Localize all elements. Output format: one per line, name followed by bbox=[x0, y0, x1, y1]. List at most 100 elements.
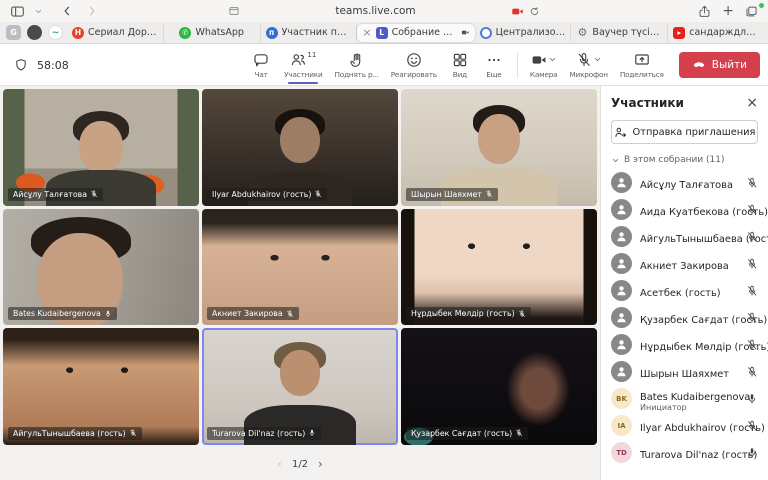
page-next-button[interactable]: › bbox=[318, 457, 323, 471]
chat-button[interactable]: Чат bbox=[245, 45, 277, 85]
video-tile[interactable]: Ilyar Abdukhairov (гость) bbox=[202, 89, 398, 206]
mic-off-icon[interactable] bbox=[746, 366, 758, 378]
video-tile-active-speaker[interactable]: Turarova Dil'naz (гость) bbox=[202, 328, 398, 445]
tab-youtube[interactable]: ▸ сандарждлоьлбдю... bbox=[668, 24, 764, 42]
participant-row[interactable]: Айсұлу Талғатова bbox=[611, 169, 758, 196]
phone-icon bbox=[692, 58, 706, 72]
close-panel-button[interactable]: × bbox=[746, 96, 758, 110]
grid-view-icon bbox=[452, 52, 468, 68]
video-tile[interactable]: АйгульТынышбаева (гость) bbox=[3, 328, 199, 445]
video-tile[interactable]: Айсұлу Талғатова bbox=[3, 89, 199, 206]
address-bar[interactable]: teams.live.com bbox=[228, 2, 540, 20]
avatar bbox=[611, 226, 632, 247]
tab-voucher[interactable]: ⚙ Ваучер түсіндірмесі bbox=[571, 24, 668, 42]
browser-toolbar: teams.live.com + bbox=[0, 0, 768, 22]
page-settings-icon[interactable] bbox=[228, 5, 240, 17]
tab-whatsapp[interactable]: ✆ WhatsApp bbox=[164, 24, 261, 42]
back-button[interactable] bbox=[58, 3, 76, 19]
close-tab-icon[interactable]: × bbox=[362, 27, 371, 38]
url-text[interactable]: teams.live.com bbox=[240, 5, 511, 17]
share-button[interactable] bbox=[698, 5, 711, 18]
target-icon bbox=[480, 27, 492, 39]
mic-off-icon[interactable] bbox=[746, 420, 758, 432]
mic-off-icon bbox=[518, 310, 526, 318]
pinned-tab-3[interactable]: ~ bbox=[48, 25, 63, 40]
participant-row[interactable]: Шырын Шаяхмет bbox=[611, 358, 758, 385]
tile-name-tag: Акниет Закирова bbox=[207, 307, 299, 320]
reload-button[interactable] bbox=[529, 6, 540, 17]
react-button[interactable]: Реагировать bbox=[386, 45, 442, 85]
participant-row[interactable]: АйгульТынышбаева (гость) bbox=[611, 223, 758, 250]
mic-chevron-icon[interactable] bbox=[593, 55, 602, 64]
people-icon bbox=[290, 52, 306, 68]
participant-row[interactable]: Акниет Закирова bbox=[611, 250, 758, 277]
participant-row[interactable]: Нұрдыбек Мөлдір (гость) bbox=[611, 331, 758, 358]
share-screen-icon bbox=[634, 52, 650, 68]
tab-publication[interactable]: п Участник публикац... bbox=[261, 24, 358, 42]
view-button[interactable]: Вид bbox=[444, 45, 476, 85]
tab-overview-button[interactable] bbox=[745, 5, 758, 18]
video-tile[interactable]: Нұрдыбек Мөлдір (гость) bbox=[401, 209, 597, 326]
mic-off-icon[interactable] bbox=[746, 312, 758, 324]
camera-chevron-icon[interactable] bbox=[548, 55, 557, 64]
teams-icon: L bbox=[376, 27, 388, 39]
mic-off-icon[interactable] bbox=[746, 339, 758, 351]
participant-row[interactable]: Асетбек (гость) bbox=[611, 277, 758, 304]
video-tile[interactable]: Акниет Закирова bbox=[202, 209, 398, 326]
participant-row[interactable]: TD Turarova Dil'naz (гость) bbox=[611, 439, 758, 466]
leave-button[interactable]: Выйти bbox=[679, 52, 760, 78]
new-tab-button[interactable]: + bbox=[722, 3, 734, 19]
mic-on-icon[interactable] bbox=[746, 447, 758, 459]
camera-button[interactable]: Камера bbox=[525, 45, 563, 85]
mic-off-icon bbox=[286, 310, 294, 318]
video-tile[interactable]: Шырын Шаяхмет bbox=[401, 89, 597, 206]
participant-row[interactable]: IA Ilyar Abdukhairov (гость) bbox=[611, 412, 758, 439]
panel-title: Участники bbox=[611, 96, 684, 110]
pinned-tab-1[interactable]: G bbox=[6, 25, 21, 40]
invite-button[interactable]: Отправка приглашения bbox=[611, 120, 758, 144]
avatar bbox=[611, 307, 632, 328]
sidebar-chevron-icon[interactable] bbox=[33, 3, 43, 19]
mic-off-icon[interactable] bbox=[746, 177, 758, 189]
forward-button[interactable] bbox=[83, 3, 101, 19]
mic-off-icon bbox=[314, 190, 322, 198]
pinned-tab-2[interactable] bbox=[27, 25, 42, 40]
tile-name-tag: Ilyar Abdukhairov (гость) bbox=[207, 188, 327, 201]
youtube-icon: ▸ bbox=[673, 27, 685, 39]
tile-name-tag: Нұрдыбек Мөлдір (гость) bbox=[406, 307, 531, 320]
participant-row[interactable]: BK Bates Kudaibergenova Инициатор bbox=[611, 385, 758, 412]
share-screen-button[interactable]: Поделиться bbox=[615, 45, 669, 85]
tab-centralized[interactable]: Централизованная... bbox=[475, 24, 572, 42]
avatar bbox=[611, 334, 632, 355]
avatar bbox=[611, 172, 632, 193]
mic-off-icon[interactable] bbox=[746, 204, 758, 216]
tab-kinopoisk[interactable]: Н Сериал Дорогой И... bbox=[67, 24, 164, 42]
more-button[interactable]: Еще bbox=[478, 45, 510, 85]
avatar bbox=[611, 253, 632, 274]
raise-hand-button[interactable]: Поднять р... bbox=[330, 45, 384, 85]
mic-on-icon[interactable] bbox=[746, 393, 758, 405]
mic-off-icon bbox=[515, 429, 523, 437]
video-tile[interactable]: Bates Kudaibergenova bbox=[3, 209, 199, 326]
camera-icon bbox=[531, 52, 547, 68]
meeting-section-header[interactable]: В этом собрании (11) bbox=[611, 155, 758, 165]
page-prev-button[interactable]: ‹ bbox=[277, 457, 282, 471]
avatar bbox=[611, 361, 632, 382]
mic-off-icon bbox=[90, 190, 98, 198]
participant-row[interactable]: Қузарбек Сағдат (гость) bbox=[611, 304, 758, 331]
collapse-chevron-icon bbox=[611, 156, 620, 165]
mic-off-icon[interactable] bbox=[746, 231, 758, 243]
mic-off-icon[interactable] bbox=[746, 285, 758, 297]
participant-row[interactable]: Аида Куатбекова (гость) bbox=[611, 196, 758, 223]
participants-list: Айсұлу Талғатова Аида Куатбекова (гость)… bbox=[611, 169, 758, 480]
meeting-timer: 58:08 bbox=[37, 59, 69, 72]
sidebar-toggle-button[interactable] bbox=[8, 3, 26, 19]
tile-name-tag: Қузарбек Сағдат (гость) bbox=[406, 427, 528, 440]
mic-button[interactable]: Микрофон bbox=[564, 45, 612, 85]
mic-off-icon[interactable] bbox=[746, 258, 758, 270]
ellipsis-icon bbox=[486, 52, 502, 68]
chat-icon bbox=[253, 52, 269, 68]
participants-button[interactable]: 11 Участники bbox=[279, 45, 327, 85]
tab-teams-meeting[interactable]: × L Собрание Micro... bbox=[357, 24, 474, 42]
video-tile[interactable]: Қузарбек Сағдат (гость) bbox=[401, 328, 597, 445]
